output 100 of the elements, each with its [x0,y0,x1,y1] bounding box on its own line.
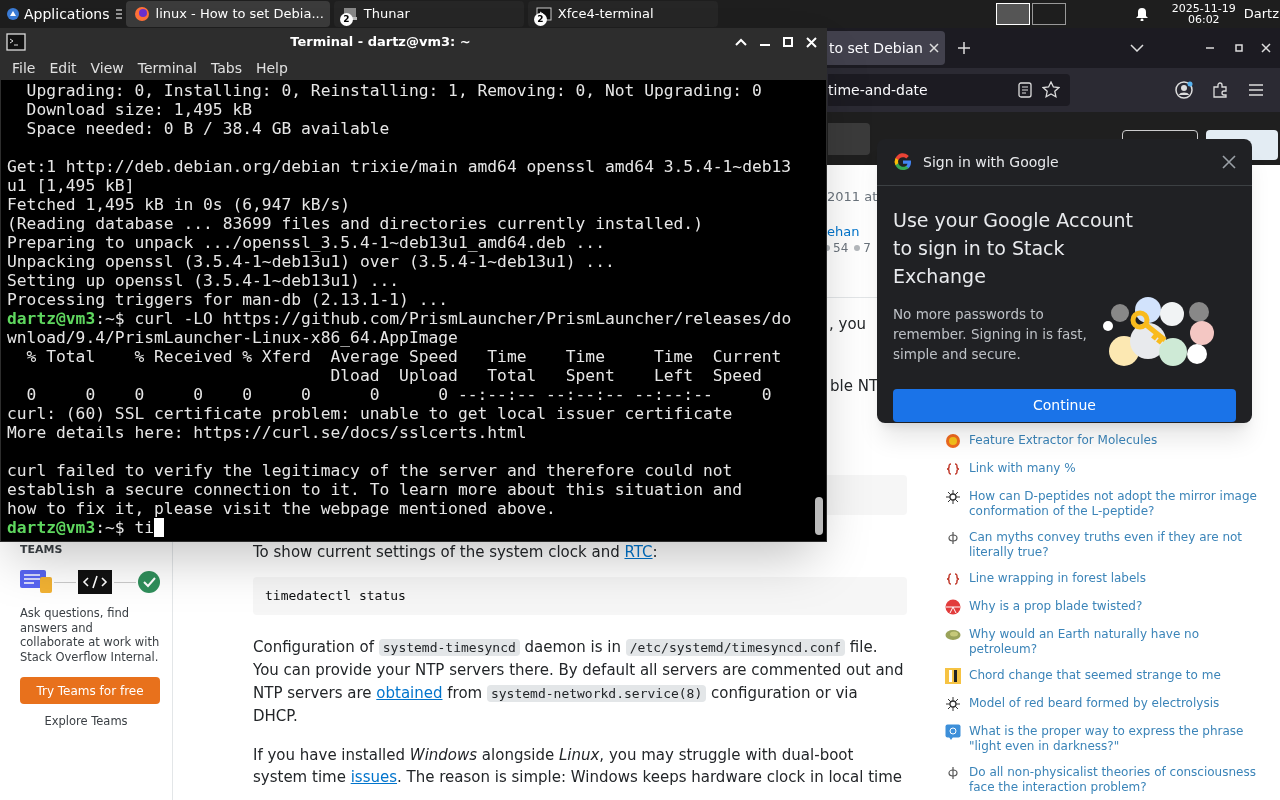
command-text: :~$ ti [95,518,155,537]
terminal-line: Download size: 1,495 kB [25,100,254,119]
terminal-line: curl failed to verify the legitimacy of the server and therefore could not [7,461,734,480]
taskbar-button[interactable]: linux - How to set Debia... [125,1,330,27]
g-logo-icon [893,152,913,172]
bell-icon[interactable] [1135,7,1148,21]
continue-button[interactable]: Continue [893,389,1236,422]
paragraph: If you have installed Windows alongside Linux, you may struggle with dual-boot system time issues. The reason is simple: Windows keeps hardware clock in local time [253,745,904,789]
command-text: :~$ curl -LO https://github.com/PrismLauncher/PrismLauncher/releases/do [95,309,792,328]
taskbar-button[interactable]: 2 Thunar [333,1,524,27]
menu-item[interactable]: Terminal [131,57,203,79]
question-link[interactable]: Feature Extractor for Molecules [969,433,1261,448]
site-icon [945,530,961,546]
question-link[interactable]: Why would an Earth naturally have no petroleum? [969,627,1261,656]
count-badge: 2 [533,13,547,26]
menu-icon[interactable] [1249,84,1263,96]
menu-item[interactable]: Edit [43,57,83,79]
terminal-line: Unpacking openssl (3.5.4-1~deb13u1) over (3.5.4-1~deb13u1) ... [7,252,616,271]
chat-icon [20,569,52,595]
terminal-line: establish a secure connection to it. To learn more about this situation and [7,480,744,499]
applications-menu[interactable]: Applications [0,0,116,28]
terminal-line: Preparing to unpack .../openssl_3.5.4-1~deb13u1_amd64.deb ... [7,233,606,252]
puzzle-icon[interactable] [1212,82,1228,98]
explore-teams-link[interactable]: Explore Teams [44,713,128,731]
check-icon [138,571,160,593]
question-link[interactable]: Why is a prop blade twisted? [969,599,1261,614]
reader-view-icon[interactable] [1018,82,1032,98]
terminal-line: Dload Upload Total Spent Left Speed [329,366,763,385]
menu-item[interactable]: Tabs [204,57,248,79]
dialog-text: No more passwords to remember. Signing in is fast, simple and secure. [893,304,1088,364]
clock-date: 2025-11-19 [1171,3,1236,14]
code-icon [78,570,112,594]
terminal-line: Get:1 http://deb.debian.org/debian trixie/main amd64 openssl amd64 3.5.4-1~deb13 [7,157,793,176]
question-link[interactable]: Line wrapping in forest labels [969,571,1261,586]
menu-icon[interactable] [115,8,122,20]
link[interactable]: obtained [376,683,443,702]
terminal-line: how to fix it, please visit the webpage mentioned above. [7,499,557,518]
workspace-switcher[interactable] [995,3,1066,25]
star-icon[interactable] [1042,81,1060,99]
question-link[interactable]: Link with many % [969,461,1261,476]
link[interactable]: issues [350,768,397,787]
user-name[interactable]: Dartz [1243,4,1279,24]
paragraph: To show current settings of the system clock and RTC: [253,542,659,563]
menu-item[interactable]: Help [249,57,294,79]
terminal-line: (Reading database ... 83699 files and directories currently installed.) [7,214,704,233]
site-icon [945,724,961,740]
terminal-line: u1 [1,495 kB] [7,176,136,195]
site-icon [945,696,961,712]
terminal-line: wnload/9.4/PrismLauncher-Linux-x86_64.AppImage [7,328,459,347]
section-heading: TEAMS [20,543,64,557]
site-icon [945,668,961,684]
question-link[interactable]: What is the proper way to express the phrase "light even in darkness?" [969,724,1261,753]
terminal-line: Space needed: 0 B / 38.4 GB available [25,119,391,138]
site-icon [945,627,961,643]
site-icon [945,571,961,587]
count-badge: 2 [339,13,353,26]
maximize-icon[interactable] [1235,44,1243,52]
address-bar[interactable]: time-and-date [828,74,1070,106]
close-icon[interactable] [1222,155,1236,169]
terminal-icon [6,33,26,51]
dialog-heading: Use your Google Account to sign in to Stack Exchange [893,208,1135,289]
chevron-up-icon[interactable] [735,38,747,46]
try-teams-button[interactable]: Try Teams for free [20,677,160,704]
search-field[interactable] [828,122,870,155]
question-link[interactable]: How can D-peptides not adopt the mirror image conformation of the L-peptide? [969,489,1261,518]
site-icon [945,765,961,781]
site-icon [945,489,961,505]
question-link[interactable]: Model of red beard formed by electrolysis [969,696,1261,711]
question-link[interactable]: Do all non-physicalist theories of consciousness face the interaction problem? [969,765,1261,794]
teams-description: Ask questions, find answers and collaborate at work with Stack Overflow Internal. [20,606,160,664]
browser-tab[interactable]: to set Debian [827,31,945,65]
new-tab-icon[interactable] [957,41,971,55]
prompt-user: dartz@vm3 [7,518,96,537]
chevron-down-icon[interactable] [1130,44,1144,52]
prompt-user: dartz@vm3 [7,309,96,328]
globe-icon [133,6,150,22]
terminal-line: 0 0 0 0 0 0 0 0 --:--:-- --:--:-- --:--:-- 0 [25,385,773,404]
terminal-line: curl: (60) SSL certificate problem: unable to get local issuer certificate [7,404,734,423]
dialog-title: Sign in with Google [923,152,1060,172]
account-icon[interactable] [1175,81,1193,99]
question-link[interactable]: Can myths convey truths even if they are not literally true? [969,530,1261,559]
window-title: Terminal - dartz@vm3: ~ [289,33,472,52]
text-fragment: ble NT [830,376,880,397]
clock-time: 06:02 [1187,14,1220,25]
terminal-line: Setting up openssl (3.5.4-1~deb13u1) ... [7,271,401,290]
terminal-line: % Total % Received % Xferd Average Speed Time Time Time Current [25,347,783,366]
post-date: 2011 at [827,188,879,206]
scrollbar-thumb[interactable] [815,497,823,535]
taskbar-button[interactable]: 2 Xfce4-terminal [527,1,718,27]
badge-count: 54 [833,240,849,257]
terminal-line: Upgrading: 0, Installing: 0, Reinstalling: 1, Removing: 0, Not Upgrading: 0 [25,81,763,100]
paragraph: Configuration of systemd-timesyncd daemon is in /etc/systemd/timesyncd.conf file. You can provide your NTP servers there. By default all servers are commented out and NTP servers are obtained from systemd-networkd.service(8) configuration or via DHCP. [253,637,905,727]
site-icon [945,599,961,615]
menu-item[interactable]: File [6,57,42,79]
terminal-line: More details here: https://curl.se/docs/sslcerts.html [7,423,528,442]
question-link[interactable]: Chord change that seemed strange to me [969,668,1261,683]
link[interactable]: RTC [624,543,653,561]
menu-item[interactable]: View [84,57,130,79]
code-text: timedatectl status [265,587,406,606]
site-icon [945,433,961,449]
